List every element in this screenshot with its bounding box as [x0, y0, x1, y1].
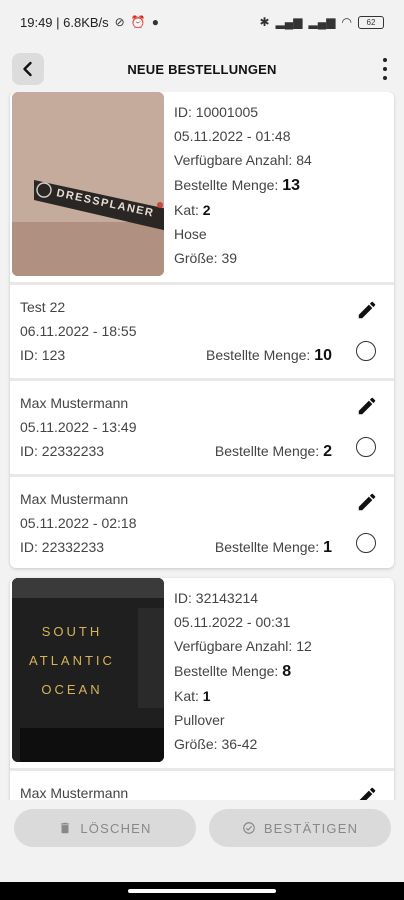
product-available: Verfügbare Anzahl: 84 — [174, 152, 312, 169]
product-id: ID: 10001005 — [174, 104, 259, 120]
order-row[interactable]: Max Mustermann 05.11.2022 - 13:49 ID: 22… — [10, 378, 394, 474]
product-kat-label: Kat: — [174, 201, 199, 218]
trash-icon — [61, 822, 70, 834]
product-photo: SOUTH ATLANTIC OCEAN — [12, 578, 164, 762]
product-image: DRESSPLANER — [12, 92, 164, 276]
order-qty-value: 1 — [323, 539, 332, 556]
more-vert-icon[interactable] — [380, 58, 390, 80]
product-kat: Kat: 1 — [174, 684, 312, 708]
wifi-icon: ◠ — [341, 15, 352, 29]
order-qty-label: Bestellte Menge: — [206, 347, 311, 363]
order-customer: Test 22 — [20, 299, 66, 315]
order-customer: Max Mustermann — [20, 395, 129, 411]
alarm-icon: ⏰ — [130, 15, 146, 29]
bottom-action-bar: LÖSCHEN BESTÄTIGEN — [0, 800, 404, 882]
product-kat-label: Kat: — [174, 687, 199, 704]
back-arrow-icon — [23, 61, 32, 77]
order-date: 05.11.2022 - 02:18 — [20, 515, 137, 531]
image-text-line-3: OCEAN — [41, 682, 102, 697]
order-customer: Max Mustermann — [20, 491, 129, 507]
product-date: 05.11.2022 - 01:48 — [174, 128, 291, 145]
check-circle-icon — [242, 822, 255, 834]
status-left: 19:49 | 6.8KB/s ⊘ ⏰ ● — [20, 15, 159, 30]
delete-label: LÖSCHEN — [80, 820, 152, 836]
pencil-icon[interactable] — [356, 395, 378, 417]
confirm-label: BESTÄTIGEN — [263, 820, 359, 836]
order-qty-label: Bestellte Menge: — [214, 443, 320, 459]
sync-icon: ● — [151, 15, 159, 29]
order-id: ID: 123 — [20, 347, 66, 363]
product-ordered-label: Bestellte Menge: — [174, 662, 279, 679]
bluetooth-icon: ✱ — [259, 15, 270, 29]
confirm-button[interactable]: BESTÄTIGEN — [209, 809, 391, 847]
pencil-icon[interactable] — [356, 785, 378, 800]
product-details: ID: 32143214 05.11.2022 - 00:31 Verfügba… — [174, 586, 312, 756]
product-size: Größe: 36-42 — [174, 736, 258, 753]
image-text-line-2: ATLANTIC — [29, 653, 115, 668]
product-ordered-value: 8 — [282, 662, 292, 680]
product-ordered: Bestellte Menge: 13 — [174, 173, 312, 198]
order-qty-value: 2 — [323, 443, 332, 460]
product-kat: Kat: 2 — [174, 198, 312, 222]
product-type: Hose — [174, 226, 207, 243]
product-details: ID: 10001005 05.11.2022 - 01:48 Verfügba… — [174, 100, 312, 270]
product-card: SOUTH ATLANTIC OCEAN ID: 32143214 05.11.… — [10, 578, 394, 800]
mute-icon: ⊘ — [114, 15, 125, 29]
order-date: 05.11.2022 - 13:49 — [20, 419, 137, 435]
pencil-icon[interactable] — [356, 299, 378, 321]
order-row[interactable]: Test 22 06.11.2022 - 18:55 ID: 123 Beste… — [10, 282, 394, 378]
order-quantity: Bestellte Menge: 2 — [215, 443, 332, 461]
home-indicator[interactable] — [128, 889, 276, 893]
signal-2-icon: ▂▄▆ — [308, 15, 336, 29]
product-card: DRESSPLANER ID: 10001005 05.11.2022 - 01… — [10, 92, 394, 568]
order-id: ID: 22332233 — [20, 443, 105, 459]
product-photo: DRESSPLANER — [12, 92, 164, 276]
back-button[interactable] — [12, 53, 44, 85]
order-customer: Max Mustermann — [20, 785, 129, 800]
signal-icon: ▂▄▆ — [275, 15, 303, 29]
product-ordered-value: 13 — [282, 176, 300, 194]
order-qty-value: 10 — [314, 347, 332, 364]
image-text-line-1: SOUTH — [42, 624, 103, 639]
product-kat-value: 2 — [202, 201, 211, 218]
product-date: 05.11.2022 - 00:31 — [174, 614, 291, 631]
battery-icon: 62 — [358, 15, 384, 29]
order-quantity: Bestellte Menge: 1 — [215, 539, 332, 557]
app-bar: NEUE BESTELLUNGEN — [0, 46, 404, 92]
page-title: NEUE BESTELLUNGEN — [127, 61, 277, 77]
order-quantity: Bestellte Menge: 10 — [206, 347, 332, 365]
order-qty-label: Bestellte Menge: — [214, 539, 320, 555]
product-id: ID: 32143214 — [174, 590, 259, 606]
product-type: Pullover — [174, 712, 225, 729]
product-size: Größe: 39 — [174, 250, 238, 267]
order-date: 06.11.2022 - 18:55 — [20, 323, 137, 339]
product-ordered-label: Bestellte Menge: — [174, 176, 279, 193]
product-kat-value: 1 — [202, 687, 211, 704]
delete-button[interactable]: LÖSCHEN — [14, 809, 196, 847]
system-nav-bar — [0, 882, 404, 900]
product-header: SOUTH ATLANTIC OCEAN ID: 32143214 05.11.… — [10, 578, 394, 768]
status-right: ✱ ▂▄▆ ▂▄▆ ◠ 62 — [260, 15, 384, 29]
order-id: ID: 22332233 — [20, 539, 105, 555]
order-row[interactable]: Max Mustermann 05.11.2022 - 02:18 ID: 22… — [10, 474, 394, 568]
select-radio[interactable] — [356, 437, 376, 457]
product-header: DRESSPLANER ID: 10001005 05.11.2022 - 01… — [10, 92, 394, 282]
product-image: SOUTH ATLANTIC OCEAN — [12, 578, 164, 762]
select-radio[interactable] — [356, 341, 376, 361]
select-radio[interactable] — [356, 533, 376, 553]
status-time: 19:49 | 6.8KB/s — [20, 14, 109, 30]
order-row[interactable]: Max Mustermann — [10, 768, 394, 800]
product-available: Verfügbare Anzahl: 12 — [174, 638, 312, 655]
pencil-icon[interactable] — [356, 491, 378, 513]
orders-list[interactable]: DRESSPLANER ID: 10001005 05.11.2022 - 01… — [0, 92, 404, 800]
status-bar: 19:49 | 6.8KB/s ⊘ ⏰ ● ✱ ▂▄▆ ▂▄▆ ◠ 62 — [0, 0, 404, 44]
product-ordered: Bestellte Menge: 8 — [174, 659, 312, 684]
